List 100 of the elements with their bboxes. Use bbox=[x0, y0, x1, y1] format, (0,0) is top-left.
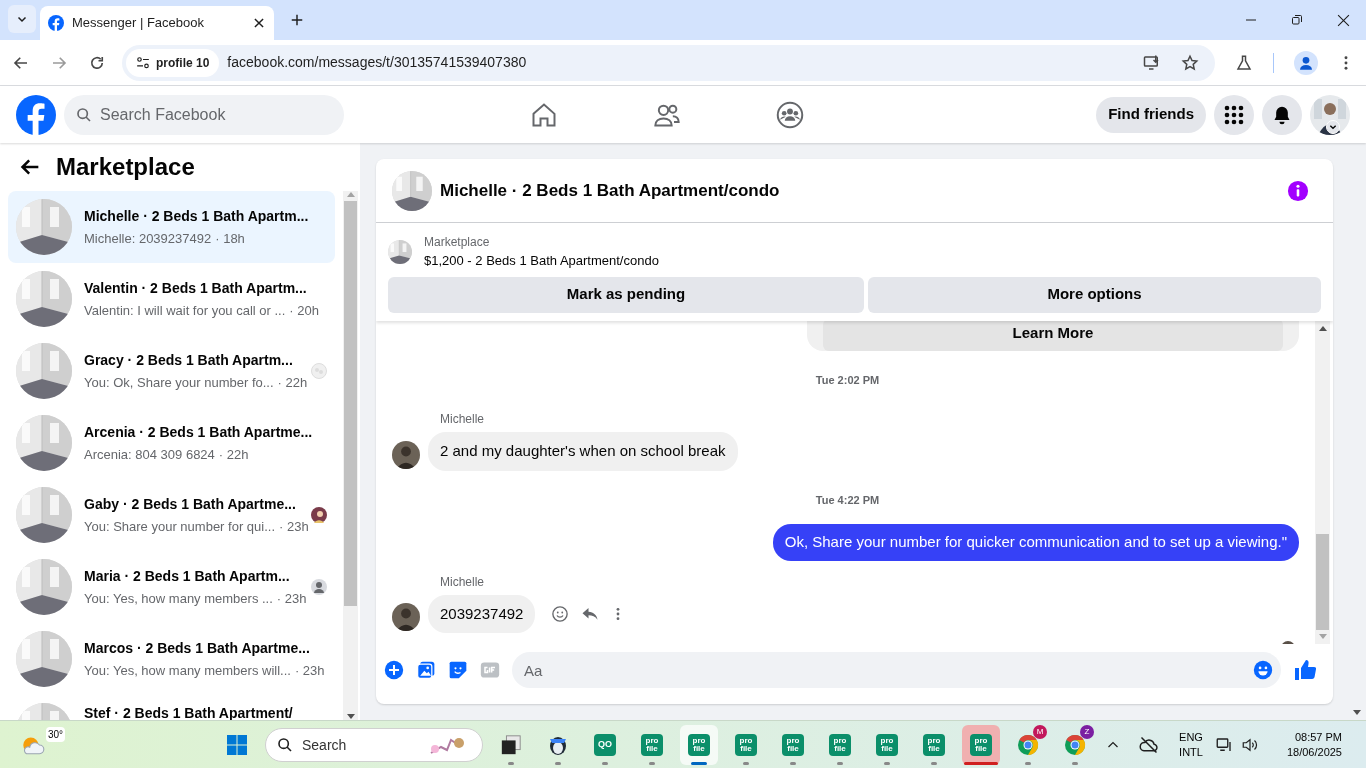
listing-title: $1,200 - 2 Beds 1 Bath Apartment/condo bbox=[424, 252, 659, 270]
app-logo: pro file bbox=[970, 733, 992, 756]
more-options-button[interactable]: More options bbox=[868, 276, 1321, 313]
taskbar-button[interactable]: pro file bbox=[915, 724, 953, 765]
photo-icon[interactable] bbox=[416, 660, 436, 680]
conversation-item[interactable]: Valentin · 2 Beds 1 Bath Apartm... Valentin: I will wait for you call or ... · 20h bbox=[8, 263, 335, 335]
account-avatar[interactable] bbox=[1310, 94, 1350, 135]
sticker-icon[interactable] bbox=[448, 660, 468, 680]
conversation-title: Stef · 2 Beds 1 Bath Apartment/ bbox=[84, 704, 294, 720]
emoji-icon[interactable] bbox=[1253, 660, 1273, 680]
mark-pending-button[interactable]: Mark as pending bbox=[388, 276, 864, 313]
sliders-icon bbox=[136, 55, 150, 70]
message-bubble: 2 and my daughter's when on school break bbox=[428, 432, 738, 471]
conversation-item[interactable]: Maria · 2 Beds 1 Bath Apartm... You: Yes, how many members ... · 23h bbox=[8, 551, 335, 623]
timestamp: Tue 2:02 PM bbox=[815, 372, 880, 388]
install-icon[interactable] bbox=[1143, 53, 1161, 72]
profile-label: profile 10 bbox=[156, 54, 210, 72]
emoji-icon[interactable] bbox=[551, 605, 570, 623]
conversation-title: Gracy · 2 Beds 1 Bath Apartm... bbox=[84, 350, 294, 370]
app-logo: pro file bbox=[641, 733, 663, 756]
app-logo: pro file bbox=[876, 733, 898, 756]
taskbar-button[interactable]: pro file bbox=[633, 724, 671, 765]
app-logo: pro file bbox=[782, 733, 804, 756]
seen-avatar bbox=[311, 363, 327, 379]
star-icon[interactable] bbox=[1181, 53, 1199, 72]
app-logo: pro file bbox=[688, 733, 710, 756]
taskbar-search[interactable]: Search bbox=[265, 727, 483, 762]
network-icon[interactable] bbox=[1214, 735, 1233, 754]
browser-tab[interactable]: Messenger | Facebook bbox=[40, 6, 274, 40]
conversation-title: Marcos · 2 Beds 1 Bath Apartme... bbox=[84, 638, 311, 658]
url-text: facebook.com/messages/t/30135741539407380 bbox=[227, 53, 528, 72]
clock-date[interactable]: 18/06/2025 bbox=[1286, 744, 1342, 760]
conversation-item[interactable]: Marcos · 2 Beds 1 Bath Apartme... You: Yes, how many members will... · 23h bbox=[8, 623, 335, 695]
scroll-up-icon[interactable] bbox=[1318, 324, 1327, 331]
timestamp: Tue 4:22 PM bbox=[815, 492, 880, 508]
conversation-item[interactable]: Arcenia · 2 Beds 1 Bath Apartme... Arcenia: 804 309 6824 · 22h bbox=[8, 407, 335, 479]
avatar bbox=[392, 440, 420, 469]
close-icon[interactable] bbox=[252, 16, 266, 30]
taskbar-button[interactable]: pro file bbox=[962, 724, 1000, 765]
menu-icon[interactable] bbox=[1214, 94, 1254, 135]
scroll-down-icon[interactable] bbox=[1353, 710, 1361, 716]
clock-time[interactable]: 08:57 PM bbox=[1294, 729, 1342, 745]
learn-more-button[interactable]: Learn More bbox=[823, 320, 1283, 351]
message-preview: You: Ok, Share your number fo... bbox=[84, 373, 274, 392]
scrollbar[interactable] bbox=[343, 191, 358, 720]
conversation-title: Arcenia · 2 Beds 1 Bath Apartme... bbox=[84, 422, 314, 442]
flask-icon[interactable] bbox=[1235, 53, 1253, 72]
conversation-item[interactable]: Michelle · 2 Beds 1 Bath Apartm... Michelle: 2039237492 · 18h bbox=[8, 191, 335, 263]
app-logo: QO bbox=[594, 733, 616, 756]
profile-icon[interactable] bbox=[1294, 50, 1318, 75]
keyboard-layout-text[interactable]: INTL bbox=[1179, 744, 1203, 760]
sender-name: Michelle bbox=[440, 573, 485, 591]
message-field[interactable]: Aa bbox=[512, 652, 1281, 688]
message-preview: You: Yes, how many members ... bbox=[84, 589, 273, 608]
address-bar[interactable]: profile 10 facebook.com/messages/t/30135741539407380 bbox=[122, 44, 1215, 81]
message-time: · 18h bbox=[215, 229, 245, 248]
message-preview: You: Yes, how many members will... bbox=[84, 661, 291, 680]
like-icon[interactable] bbox=[1293, 658, 1317, 682]
conversation-item[interactable]: Gracy · 2 Beds 1 Bath Apartm... You: Ok, Share your number fo... · 22h bbox=[8, 335, 335, 407]
app-logo: pro file bbox=[735, 733, 757, 756]
conversation-title: Valentin · 2 Beds 1 Bath Apartm... bbox=[84, 278, 308, 298]
seen-avatar bbox=[311, 579, 327, 595]
message-bubble: Ok, Share your number for quicker communication and to set up a viewing." bbox=[772, 524, 1299, 561]
taskbar-button[interactable]: pro file bbox=[868, 724, 906, 765]
find-friends-button[interactable]: Find friends bbox=[1096, 96, 1206, 133]
facebook-logo[interactable] bbox=[16, 94, 56, 135]
profile-chip[interactable]: profile 10 bbox=[126, 48, 220, 77]
browser-icon bbox=[1016, 732, 1040, 757]
taskbar-button[interactable]: QO bbox=[586, 724, 624, 765]
profile-badge: M bbox=[1033, 724, 1047, 739]
search-field[interactable]: Search Facebook bbox=[64, 94, 344, 135]
plus-icon[interactable] bbox=[384, 660, 404, 680]
message-preview: Michelle: 2039237492 bbox=[84, 229, 212, 248]
scrollbar[interactable] bbox=[1315, 320, 1330, 644]
search-icon bbox=[277, 736, 293, 753]
tab-title: Messenger | Facebook bbox=[72, 14, 205, 33]
taskbar-button[interactable]: pro file bbox=[774, 724, 812, 765]
new-tab-icon[interactable] bbox=[290, 13, 304, 27]
taskbar-button[interactable]: pro file bbox=[821, 724, 859, 765]
cloud-off-icon[interactable] bbox=[1139, 734, 1160, 755]
message-preview: Valentin: I will wait for you call or ... bbox=[84, 301, 286, 320]
info-icon[interactable] bbox=[1287, 179, 1309, 202]
listing-source: Marketplace bbox=[424, 234, 491, 251]
squares-icon bbox=[500, 733, 522, 756]
taskbar-button[interactable]: Z bbox=[1056, 724, 1094, 765]
conversation-item[interactable]: Gaby · 2 Beds 1 Bath Apartme... You: Share your number for qui... · 23h bbox=[8, 479, 335, 551]
message-preview: Arcenia: 804 309 6824 bbox=[84, 445, 215, 464]
scrollbar-thumb[interactable] bbox=[1316, 534, 1329, 630]
groups-icon[interactable] bbox=[776, 100, 804, 129]
seen-avatar bbox=[311, 507, 327, 523]
scrollbar-thumb[interactable] bbox=[344, 201, 357, 606]
conversation-title: Gaby · 2 Beds 1 Bath Apartme... bbox=[84, 494, 297, 514]
notifications-icon[interactable] bbox=[1262, 94, 1302, 135]
taskbar-button[interactable]: pro file bbox=[727, 724, 765, 765]
sender-name: Michelle bbox=[440, 411, 485, 429]
tab-list-icon[interactable] bbox=[8, 5, 36, 33]
back-arrow-icon[interactable] bbox=[20, 157, 40, 177]
taskbar-button[interactable]: pro file bbox=[680, 724, 718, 765]
language-text[interactable]: ENG bbox=[1179, 729, 1203, 745]
taskbar-button[interactable]: M bbox=[1009, 724, 1047, 765]
